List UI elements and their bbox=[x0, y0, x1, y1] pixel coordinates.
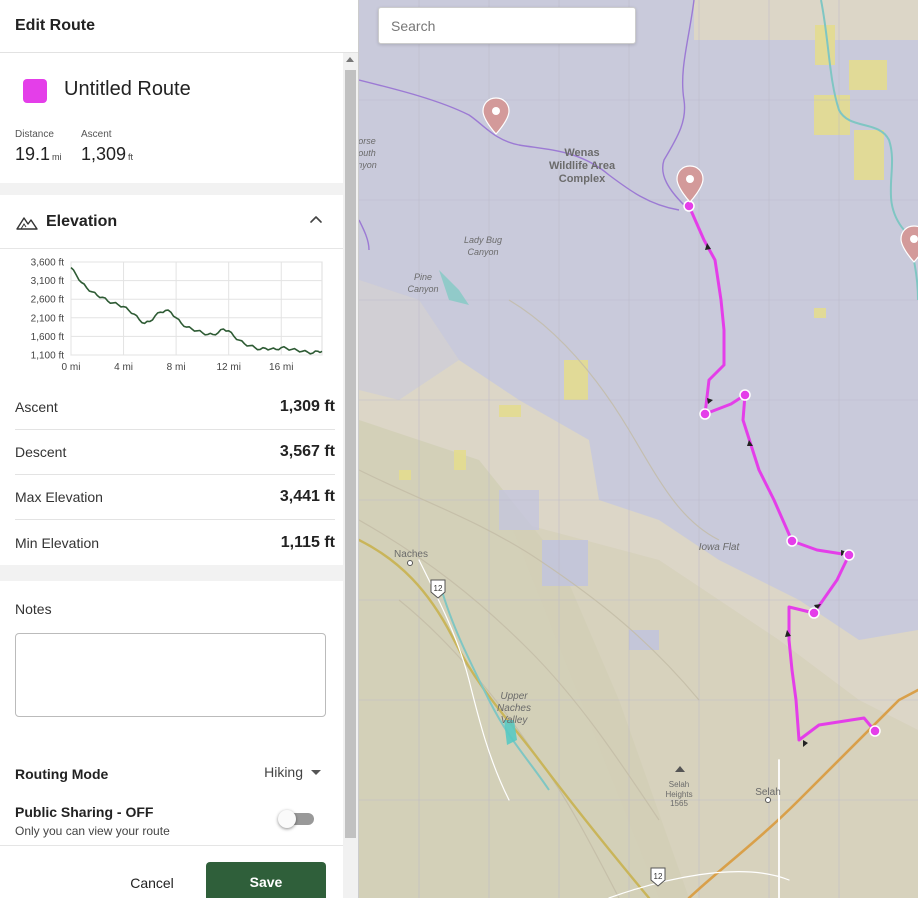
chart-y-tick-label: 2,100 ft bbox=[31, 313, 65, 324]
map-label-ladybug: Lady Bug bbox=[464, 235, 502, 245]
map-label-selah-heights-2: Heights bbox=[665, 790, 692, 799]
chart-y-tick-label: 2,600 ft bbox=[31, 295, 65, 306]
caret-down-icon bbox=[311, 769, 321, 775]
ascent-label: Ascent bbox=[81, 129, 112, 140]
scroll-up-arrow-icon[interactable] bbox=[346, 57, 354, 62]
route-color-swatch[interactable] bbox=[23, 79, 47, 103]
scrollbar-thumb[interactable] bbox=[345, 70, 356, 838]
panel-title: Edit Route bbox=[15, 17, 95, 34]
elevation-header[interactable]: Elevation bbox=[0, 195, 343, 249]
map-label-wildlife: Wildlife Area bbox=[549, 160, 616, 172]
elevation-stat-row: Ascent 1,309 ft bbox=[15, 385, 335, 430]
route-name[interactable]: Untitled Route bbox=[64, 78, 191, 101]
section-divider bbox=[0, 183, 343, 195]
elevation-stat-row: Min Elevation 1,115 ft bbox=[15, 520, 335, 565]
map-view[interactable]: Wenas Wildlife Area Complex Lady Bug Can… bbox=[359, 0, 918, 898]
distance-unit: mi bbox=[52, 152, 62, 162]
chart-y-tick-label: 3,100 ft bbox=[31, 276, 65, 287]
map-label-upper-3: Valley bbox=[501, 715, 529, 726]
routing-mode-value: Hiking bbox=[264, 764, 303, 780]
map-label-iowa-flat: Iowa Flat bbox=[699, 542, 741, 553]
routing-mode-label: Routing Mode bbox=[15, 766, 109, 782]
map-label-upper: Upper bbox=[500, 691, 528, 702]
elevation-stat-value: 1,115 ft bbox=[280, 533, 335, 551]
distance-stat: Distance 19.1 mi bbox=[15, 129, 62, 165]
map-label-complex: Complex bbox=[559, 173, 606, 185]
chart-y-tick-label: 3,600 ft bbox=[31, 258, 65, 269]
route-editor-panel: Edit Route Untitled Route Distance 19.1 m… bbox=[0, 0, 359, 898]
routing-mode-select[interactable]: Hiking bbox=[264, 764, 321, 780]
chart-y-tick-label: 1,600 ft bbox=[31, 332, 65, 343]
mountain-icon bbox=[16, 216, 38, 230]
elevation-stat-label: Ascent bbox=[15, 399, 58, 415]
elevation-chart-container: 3,600 ft 3,100 ft 2,600 ft 2,100 ft 1,600 ft… bbox=[0, 249, 343, 385]
elevation-stat-value: 1,309 ft bbox=[279, 398, 335, 415]
elevation-stat-row: Max Elevation 3,441 ft bbox=[15, 475, 335, 520]
chart-x-tick-label: 4 mi bbox=[114, 362, 133, 373]
elevation-chart: 3,600 ft 3,100 ft 2,600 ft 2,100 ft 1,600 ft… bbox=[31, 258, 323, 373]
elevation-title: Elevation bbox=[46, 212, 118, 230]
map-label-naches: Naches bbox=[394, 549, 428, 560]
public-sharing-description: Only you can view your route bbox=[15, 824, 170, 838]
elevation-stat-value: 3,441 ft bbox=[279, 488, 335, 505]
chevron-up-icon[interactable] bbox=[307, 211, 325, 229]
ascent-stat: Ascent 1,309 ft bbox=[81, 129, 133, 165]
action-row: Cancel Save bbox=[0, 846, 343, 898]
elevation-stat-label: Min Elevation bbox=[15, 534, 100, 551]
chart-plot-area bbox=[70, 261, 323, 356]
map-label-pine-2: Canyon bbox=[407, 284, 438, 294]
highway-12-shield-2: 12 bbox=[654, 872, 663, 881]
toggle-knob bbox=[278, 810, 296, 828]
distance-label: Distance bbox=[15, 129, 54, 140]
route-summary: Untitled Route Distance 19.1 mi Ascent 1,… bbox=[0, 53, 343, 183]
map-label-selah-heights-3: 1565 bbox=[670, 799, 688, 808]
chart-x-tick-label: 12 mi bbox=[216, 362, 240, 373]
chart-x-tick-label: 0 mi bbox=[62, 362, 81, 373]
map-label-horse-3: nyon bbox=[359, 160, 377, 170]
map-canvas[interactable]: Wenas Wildlife Area Complex Lady Bug Can… bbox=[359, 0, 918, 898]
map-label-horse: orse bbox=[359, 136, 376, 146]
elevation-stat-label: Max Elevation bbox=[15, 489, 103, 505]
chart-y-tick-label: 1,100 ft bbox=[31, 351, 65, 362]
distance-value: 19.1 bbox=[15, 144, 51, 164]
elevation-stats: Ascent 1,309 ft Descent 3,567 ft Max Elevati… bbox=[0, 385, 343, 565]
map-label-pine: Pine bbox=[414, 272, 432, 282]
map-label-horse-2: outh bbox=[359, 148, 376, 158]
panel-header: Edit Route bbox=[0, 0, 358, 53]
chart-x-tick-label: 16 mi bbox=[269, 362, 293, 373]
elevation-stat-value: 3,567 ft bbox=[279, 443, 335, 460]
public-sharing-label: Public Sharing - OFF bbox=[15, 804, 154, 820]
highway-12-shield: 12 bbox=[434, 584, 443, 593]
chart-x-tick-label: 8 mi bbox=[167, 362, 186, 373]
public-sharing-toggle[interactable] bbox=[278, 810, 314, 828]
ascent-value: 1,309 bbox=[81, 144, 127, 164]
map-label-selah-heights: Selah bbox=[669, 780, 689, 789]
map-label-selah: Selah bbox=[755, 787, 781, 798]
map-label-upper-2: Naches bbox=[497, 703, 531, 714]
notes-input[interactable] bbox=[15, 633, 326, 717]
panel-scrollbar[interactable] bbox=[343, 53, 358, 898]
map-label-wenas: Wenas bbox=[564, 147, 599, 159]
elevation-stat-row: Descent 3,567 ft bbox=[15, 430, 335, 475]
save-button[interactable]: Save bbox=[206, 862, 326, 898]
notes-label: Notes bbox=[15, 601, 52, 617]
notes-section: Notes bbox=[0, 581, 343, 756]
ascent-unit: ft bbox=[128, 152, 134, 162]
cancel-button[interactable]: Cancel bbox=[110, 863, 194, 898]
map-label-ladybug-2: Canyon bbox=[467, 247, 498, 257]
map-search-input[interactable] bbox=[378, 7, 636, 44]
panel-scroll-content: Untitled Route Distance 19.1 mi Ascent 1,… bbox=[0, 53, 343, 898]
section-divider bbox=[0, 565, 343, 581]
public-sharing-row: Public Sharing - OFF Only you can view y… bbox=[0, 796, 343, 846]
routing-mode-row: Routing Mode Hiking bbox=[0, 756, 343, 796]
elevation-stat-label: Descent bbox=[15, 444, 67, 460]
